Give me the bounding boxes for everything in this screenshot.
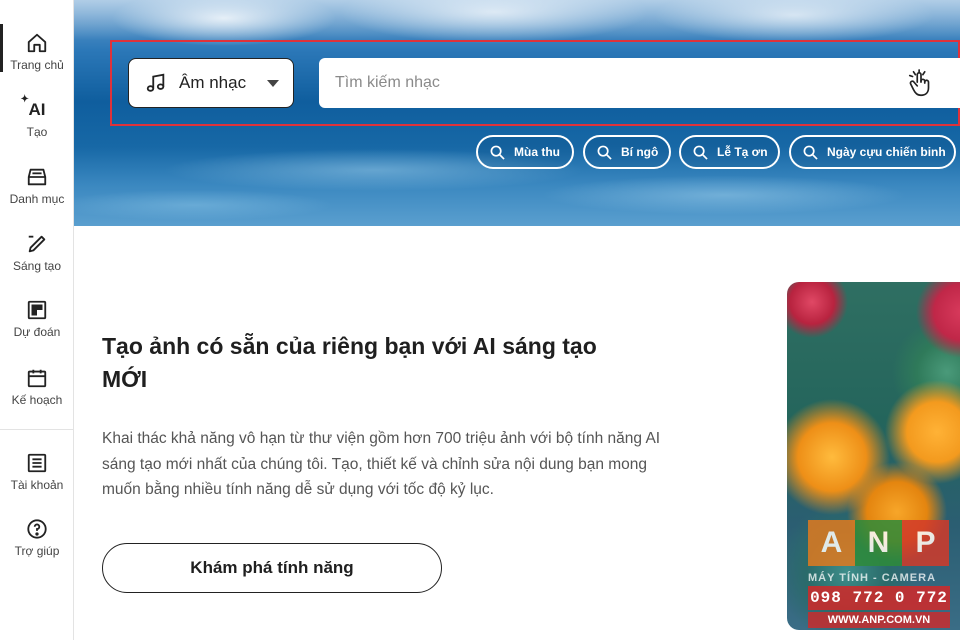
sidebar-item-label: Tài khoản (10, 478, 64, 492)
search-type-dropdown[interactable]: Âm nhạc (128, 58, 294, 108)
sidebar-item-plan[interactable]: Kế hoạch (0, 367, 74, 407)
watermark-letter: P (902, 520, 949, 566)
app-root: Trang chủ ✦ AI Tạo Danh mục Sáng tạo Dự đ… (0, 0, 960, 640)
sidebar-item-account[interactable]: Tài khoản (0, 452, 74, 492)
search-icon (490, 144, 506, 160)
sidebar-item-label: Kế hoạch (11, 393, 63, 407)
hero-clouds (74, 0, 960, 40)
sidebar-item-label: Dự đoán (13, 325, 61, 339)
chip-veterans-day[interactable]: Ngày cựu chiến binh (789, 135, 956, 169)
promo-title: Tạo ảnh có sẵn của riêng bạn với AI sáng… (102, 333, 597, 392)
sidebar-item-forecast[interactable]: Dự đoán (0, 299, 74, 339)
music-note-icon (145, 71, 169, 95)
chip-pumpkin[interactable]: Bí ngô (583, 135, 671, 169)
ai-icon-text: AI (28, 100, 46, 119)
sidebar-item-create[interactable]: ✦ AI Tạo (0, 94, 74, 139)
ai-sparkle-icon: ✦ AI (20, 94, 46, 119)
grid-dashboard-icon (26, 299, 48, 321)
watermark-phone: 098 772 0 772 (808, 586, 950, 610)
sidebar-item-label: Tạo (26, 125, 48, 139)
chip-autumn[interactable]: Mùa thu (476, 135, 574, 169)
watermark-letter: N (855, 520, 902, 566)
chip-label: Ngày cựu chiến binh (827, 145, 946, 159)
chip-label: Bí ngô (621, 145, 659, 159)
sidebar-item-label: Trợ giúp (14, 544, 60, 558)
home-icon (26, 32, 48, 54)
search-icon (693, 144, 709, 160)
search-input[interactable] (319, 58, 879, 108)
chevron-down-icon (267, 80, 279, 87)
sidebar-item-label: Trang chủ (10, 58, 64, 72)
explore-features-button[interactable]: Khám phá tính năng (102, 543, 442, 593)
sidebar-item-home[interactable]: Trang chủ (0, 24, 74, 72)
sidebar: Trang chủ ✦ AI Tạo Danh mục Sáng tạo Dự đ… (0, 0, 74, 640)
explore-features-label: Khám phá tính năng (190, 558, 354, 577)
promo-description: Khai thác khả năng vô hạn từ thư viện gồ… (102, 430, 661, 498)
sidebar-item-label: Danh mục (9, 192, 65, 206)
watermark-letter: A (808, 520, 855, 566)
search-icon (803, 144, 819, 160)
search-icon (597, 144, 613, 160)
sidebar-item-label: Sáng tạo (12, 259, 62, 273)
inbox-tray-icon (26, 166, 48, 188)
watermark-url: WWW.ANP.COM.VN (808, 612, 950, 628)
sidebar-item-creative[interactable]: Sáng tạo (0, 233, 74, 273)
search-box (319, 58, 960, 108)
sidebar-divider (0, 429, 74, 430)
edit-pen-icon (26, 233, 48, 255)
watermark-tagline: MÁY TÍNH - CAMERA (808, 572, 937, 584)
hand-pointer-icon[interactable] (905, 68, 937, 100)
calendar-icon (26, 367, 48, 389)
sidebar-item-help[interactable]: Trợ giúp (0, 518, 74, 558)
anp-watermark: A N P MÁY TÍNH - CAMERA 098 772 0 772 WW… (808, 520, 950, 630)
search-type-label: Âm nhạc (179, 73, 247, 92)
list-account-icon (26, 452, 48, 474)
help-circle-icon (26, 518, 48, 540)
chip-label: Mùa thu (514, 145, 560, 159)
chip-thanksgiving[interactable]: Lễ Tạ ơn (679, 135, 780, 169)
sidebar-item-categories[interactable]: Danh mục (0, 166, 74, 206)
watermark-letters: A N P (808, 520, 950, 566)
chip-label: Lễ Tạ ơn (717, 145, 768, 159)
